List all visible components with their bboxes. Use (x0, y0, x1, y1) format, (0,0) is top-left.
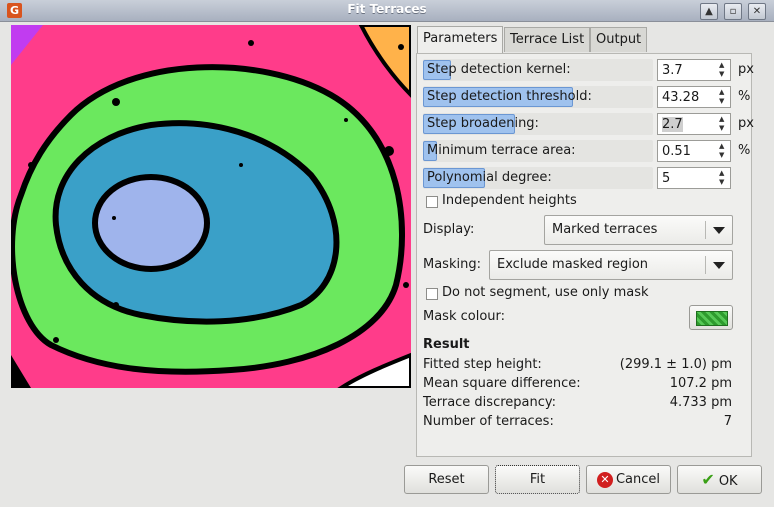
mask-colour-label: Mask colour: (423, 309, 506, 324)
param-row-min-terrace-area: Minimum terrace area: 0.51 ▲ ▼ % (423, 140, 753, 162)
result-value-num-terraces: 7 (723, 414, 732, 429)
tab-parameters[interactable]: Parameters (417, 26, 504, 53)
independent-heights-checkbox[interactable] (426, 196, 438, 208)
cancel-icon: ✕ (596, 471, 613, 488)
restore-icon[interactable]: ▫ (724, 3, 742, 20)
spin-arrows-icon: ▲ ▼ (719, 169, 725, 186)
polynomial-degree-slider[interactable]: Polynomial degree: (423, 167, 653, 189)
tab-terrace-list[interactable]: Terrace List (504, 27, 591, 52)
min-terrace-area-slider[interactable]: Minimum terrace area: (423, 140, 653, 162)
ok-button[interactable]: ✔ OK (677, 465, 762, 494)
step-threshold-slider[interactable]: Step detection threshold: (423, 86, 653, 108)
do-not-segment-label: Do not segment, use only mask (442, 285, 649, 300)
step-kernel-slider[interactable]: Step detection kernel: (423, 59, 653, 81)
cancel-button[interactable]: ✕ Cancel (586, 465, 671, 494)
mask-colour-button[interactable] (689, 305, 733, 330)
result-heading: Result (423, 337, 470, 352)
window-title: Fit Terraces (347, 2, 427, 16)
polynomial-degree-spinbox[interactable]: 5 ▲ ▼ (657, 167, 731, 189)
spin-arrows-icon: ▲ ▼ (719, 142, 725, 159)
do-not-segment-checkbox[interactable] (426, 288, 438, 300)
result-label-step-height: Fitted step height: (423, 357, 542, 372)
spin-arrows-icon: ▲ ▼ (719, 115, 725, 132)
step-broadening-spinbox[interactable]: 2.7 ▲ ▼ (657, 113, 731, 135)
terrace-preview-image (11, 25, 411, 388)
checkmark-icon: ✔ (701, 470, 715, 489)
display-label: Display: (423, 222, 475, 237)
title-bar: G Fit Terraces ▲ ▫ ✕ (0, 0, 774, 22)
param-row-step-kernel: Step detection kernel: 3.7 ▲ ▼ px (423, 59, 754, 81)
param-row-step-threshold: Step detection threshold: 43.28 ▲ ▼ % (423, 86, 753, 108)
result-label-mean-square: Mean square difference: (423, 376, 581, 391)
result-value-discrepancy: 4.733 pm (669, 395, 732, 410)
mask-colour-swatch (696, 311, 728, 326)
masking-label: Masking: (423, 257, 481, 272)
step-kernel-spinbox[interactable]: 3.7 ▲ ▼ (657, 59, 731, 81)
step-broadening-slider[interactable]: Step broadening: (423, 113, 653, 135)
result-label-num-terraces: Number of terraces: (423, 414, 554, 429)
chevron-down-icon (713, 262, 725, 269)
masking-dropdown[interactable]: Exclude masked region (489, 250, 733, 280)
fit-button[interactable]: Fit (495, 465, 580, 494)
min-terrace-area-spinbox[interactable]: 0.51 ▲ ▼ (657, 140, 731, 162)
close-icon[interactable]: ✕ (748, 3, 766, 20)
step-threshold-spinbox[interactable]: 43.28 ▲ ▼ (657, 86, 731, 108)
param-row-step-broadening: Step broadening: 2.7 ▲ ▼ px (423, 113, 754, 135)
independent-heights-label: Independent heights (442, 193, 577, 208)
display-dropdown[interactable]: Marked terraces (544, 215, 733, 245)
maximize-up-icon[interactable]: ▲ (700, 3, 718, 20)
result-value-mean-square: 107.2 pm (669, 376, 732, 391)
param-row-polynomial-degree: Polynomial degree: 5 ▲ ▼ (423, 167, 753, 189)
chevron-down-icon (713, 227, 725, 234)
tab-output[interactable]: Output (590, 27, 648, 52)
result-value-step-height: (299.1 ± 1.0) pm (619, 357, 732, 372)
spin-arrows-icon: ▲ ▼ (719, 61, 725, 78)
spin-arrows-icon: ▲ ▼ (719, 88, 725, 105)
reset-button[interactable]: Reset (404, 465, 489, 494)
result-label-discrepancy: Terrace discrepancy: (423, 395, 557, 410)
